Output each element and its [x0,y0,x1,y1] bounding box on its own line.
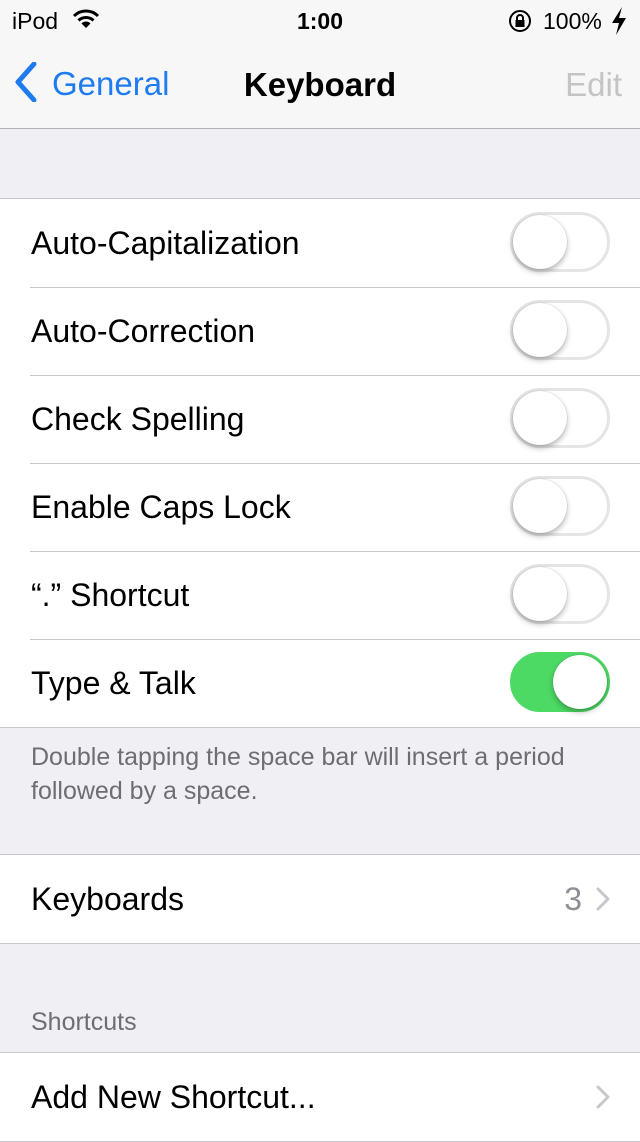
shortcuts-group: Add New Shortcut... [0,1052,640,1142]
keyboard-options-group: Auto-Capitalization Auto-Correction Chec… [0,198,640,728]
toggle-label: Type & Talk [31,665,196,701]
switch-knob [513,567,567,621]
battery-percent: 100% [543,8,602,34]
switch-knob [553,655,607,709]
chevron-right-icon [596,887,610,916]
toggle-label: “.” Shortcut [31,577,190,613]
keyboards-count: 3 [564,881,582,917]
toggle-label: Auto-Capitalization [31,225,300,261]
status-bar: iPod 1:00 100% [0,0,640,40]
period-shortcut-switch[interactable] [510,564,610,624]
edit-button[interactable]: Edit [565,66,622,104]
type-and-talk-switch[interactable] [510,652,610,712]
switch-knob [513,215,567,269]
switch-knob [513,303,567,357]
auto-capitalization-switch[interactable] [510,212,610,272]
toggle-label: Enable Caps Lock [31,489,291,525]
toggle-row-enable-caps-lock: Enable Caps Lock [0,463,640,551]
toggle-label: Check Spelling [31,401,245,437]
toggle-row-type-and-talk: Type & Talk [0,639,640,727]
chevron-right-icon [596,1085,610,1114]
keyboards-row[interactable]: Keyboards 3 [0,855,640,943]
switch-knob [513,391,567,445]
keyboards-group: Keyboards 3 [0,854,640,944]
period-shortcut-footnote: Double tapping the space bar will insert… [31,743,565,805]
enable-caps-lock-switch[interactable] [510,476,610,536]
check-spelling-switch[interactable] [510,388,610,448]
toggle-row-auto-correction: Auto-Correction [0,287,640,375]
charging-bolt-icon [610,6,628,41]
shortcuts-section-header: Shortcuts [31,1008,137,1036]
toggle-label: Auto-Correction [31,313,256,349]
add-new-shortcut-label: Add New Shortcut... [31,1079,316,1115]
orientation-lock-icon [507,8,533,39]
navigation-bar: General Keyboard Edit [0,40,640,129]
page-title: Keyboard [243,66,397,103]
toggle-row-auto-capitalization: Auto-Capitalization [0,199,640,287]
add-new-shortcut-row[interactable]: Add New Shortcut... [0,1053,640,1141]
toggle-row-period-shortcut: “.” Shortcut [0,551,640,639]
auto-correction-switch[interactable] [510,300,610,360]
switch-knob [513,479,567,533]
toggle-row-check-spelling: Check Spelling [0,375,640,463]
keyboards-label: Keyboards [31,881,184,917]
